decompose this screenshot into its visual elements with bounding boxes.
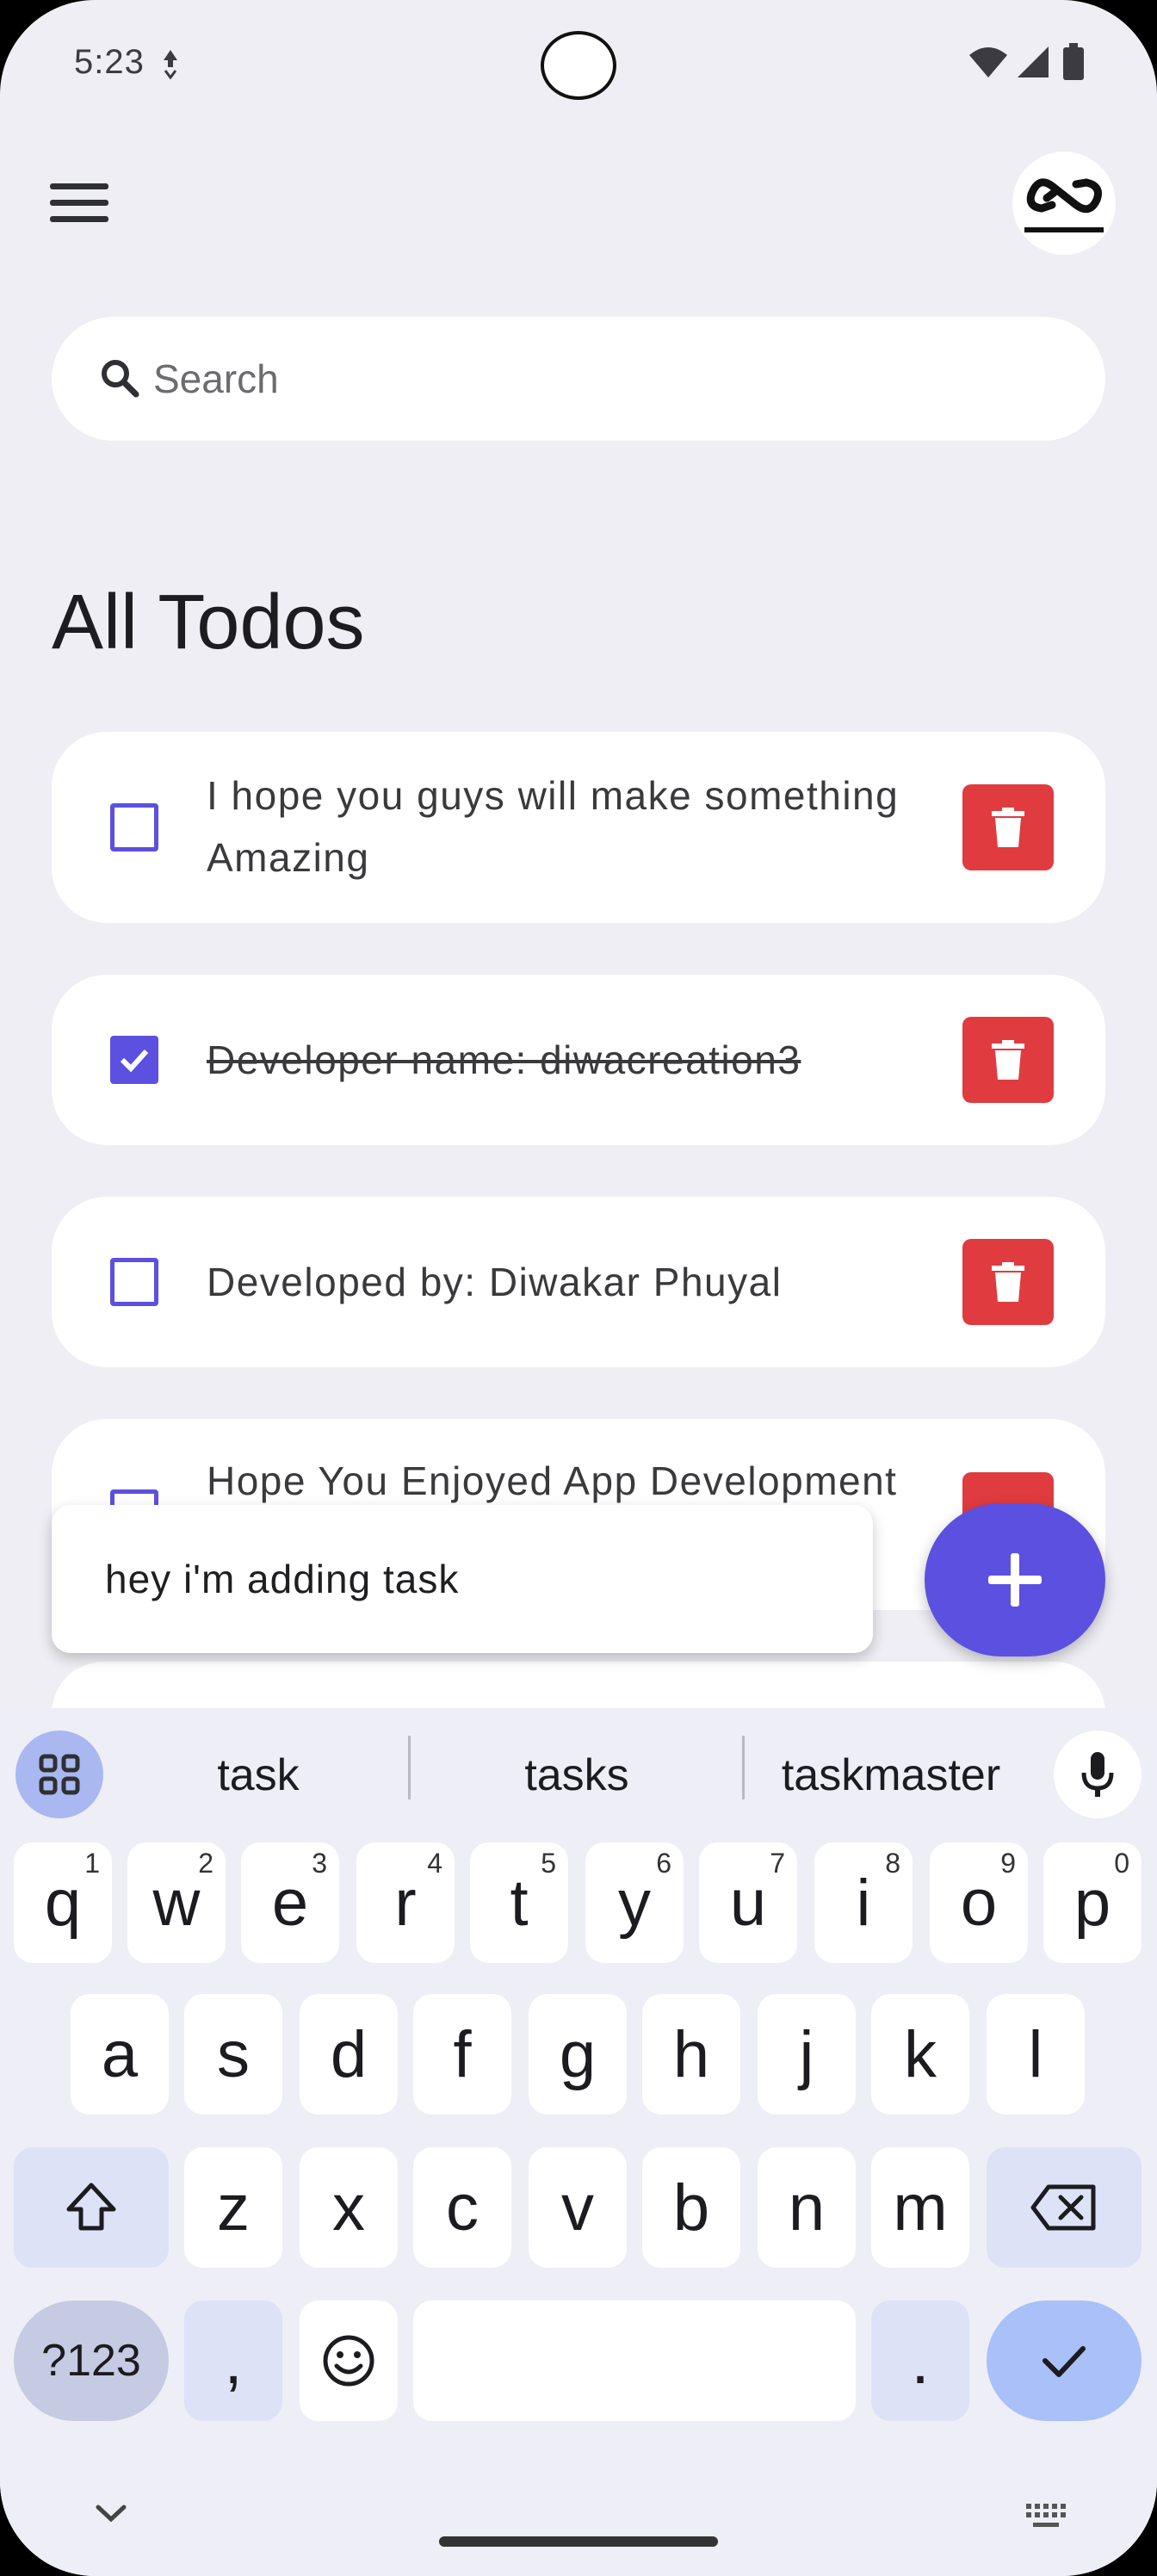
key-b[interactable]: b	[642, 2147, 740, 2268]
wifi-icon	[969, 47, 1007, 77]
chevron-down-icon[interactable]	[93, 2502, 129, 2524]
key-j[interactable]: j	[758, 1994, 856, 2115]
key-i[interactable]: i8	[814, 1842, 913, 1963]
battery-icon	[1063, 43, 1084, 80]
shift-icon	[66, 2183, 116, 2231]
key-u[interactable]: u7	[699, 1842, 797, 1963]
key-w[interactable]: w2	[127, 1842, 226, 1963]
todo-text: Developer name: diwacreation3	[207, 1037, 801, 1082]
suggestion-chip[interactable]: task	[129, 1732, 387, 1818]
todo-item[interactable]: Developed by: Diwakar Phuyal	[52, 1197, 1105, 1367]
comma-key[interactable]: ,	[184, 2300, 282, 2421]
todo-text: I hope you guys will make something Amaz…	[207, 773, 900, 880]
key-x[interactable]: x	[300, 2147, 398, 2268]
emoji-key[interactable]	[300, 2300, 398, 2421]
trash-icon	[992, 1262, 1024, 1302]
todo-item[interactable]: Developer name: diwacreation3	[52, 975, 1105, 1145]
menu-icon-bar	[50, 215, 108, 222]
space-key[interactable]	[413, 2300, 856, 2421]
suggestion-divider	[408, 1736, 411, 1799]
add-todo-field[interactable]	[52, 1505, 873, 1653]
key-a[interactable]: a	[71, 1994, 169, 2115]
voice-input-button[interactable]	[1054, 1731, 1142, 1818]
delete-button[interactable]	[962, 1017, 1054, 1103]
key-p[interactable]: p0	[1043, 1842, 1142, 1963]
period-key[interactable]: .	[871, 2300, 969, 2421]
key-g[interactable]: g	[529, 1994, 627, 2115]
todo-checkbox[interactable]	[110, 803, 158, 851]
status-time: 5:23	[74, 43, 145, 81]
emoji-icon	[323, 2335, 374, 2387]
keyboard-apps-button[interactable]	[15, 1731, 103, 1818]
key-d[interactable]: d	[300, 1994, 398, 2115]
add-todo-input[interactable]	[105, 1556, 845, 1602]
todo-text: Hope You Enjoyed App Development	[207, 1458, 898, 1503]
todo-checkbox[interactable]	[110, 1258, 158, 1306]
keyboard-switch-icon[interactable]	[1024, 2502, 1067, 2530]
suggestion-divider	[742, 1736, 745, 1799]
trash-icon	[992, 808, 1024, 847]
check-icon	[1043, 2346, 1086, 2377]
key-t[interactable]: t5	[470, 1842, 568, 1963]
on-screen-keyboard: task tasks taskmaster	[0, 1708, 1157, 2576]
delete-button[interactable]	[962, 784, 1054, 870]
key-f[interactable]: f	[413, 1994, 511, 2115]
search-bar[interactable]	[52, 317, 1105, 441]
todo-text: Developed by: Diwakar Phuyal	[207, 1260, 783, 1304]
check-icon	[120, 1049, 149, 1073]
search-input[interactable]	[153, 356, 928, 402]
page-title: All Todos	[52, 579, 365, 666]
key-m[interactable]: m	[871, 2147, 969, 2268]
camera-cutout	[541, 31, 616, 100]
menu-button[interactable]	[45, 172, 114, 232]
plus-icon	[988, 1553, 1042, 1607]
key-q[interactable]: q1	[14, 1842, 112, 1963]
todo-item[interactable]: I hope you guys will make something Amaz…	[52, 732, 1105, 923]
avatar[interactable]	[1012, 152, 1116, 255]
symbols-key[interactable]: ?123	[14, 2300, 169, 2421]
suggestion-chip[interactable]: taskmaster	[758, 1732, 1024, 1818]
key-s[interactable]: s	[184, 1994, 282, 2115]
backspace-key[interactable]	[987, 2147, 1142, 2268]
trash-icon	[992, 1040, 1024, 1080]
grid-icon	[39, 1754, 80, 1795]
backspace-icon	[1030, 2184, 1096, 2231]
menu-icon-bar	[50, 199, 108, 206]
add-todo-button[interactable]	[925, 1503, 1105, 1656]
done-key[interactable]	[987, 2300, 1142, 2421]
key-n[interactable]: n	[758, 2147, 856, 2268]
mic-icon	[1081, 1752, 1114, 1797]
key-z[interactable]: z	[184, 2147, 282, 2268]
menu-icon-bar	[50, 183, 108, 189]
delete-button[interactable]	[962, 1239, 1054, 1325]
signal-icon	[1018, 46, 1049, 77]
phone-screen: 5:23 All Todos	[0, 0, 1157, 2576]
data-saver-icon	[164, 50, 177, 79]
key-o[interactable]: o9	[930, 1842, 1028, 1963]
suggestion-chip[interactable]: tasks	[448, 1732, 706, 1818]
key-y[interactable]: y6	[585, 1842, 684, 1963]
logo-icon	[1024, 178, 1104, 232]
key-h[interactable]: h	[642, 1994, 740, 2115]
key-c[interactable]: c	[413, 2147, 511, 2268]
key-l[interactable]: l	[987, 1994, 1085, 2115]
shift-key[interactable]	[14, 2147, 169, 2268]
gesture-navigation-bar[interactable]	[439, 2536, 718, 2547]
key-k[interactable]: k	[871, 1994, 969, 2115]
todo-checkbox[interactable]	[110, 1036, 158, 1084]
key-r[interactable]: r4	[356, 1842, 455, 1963]
key-e[interactable]: e3	[241, 1842, 339, 1963]
search-icon	[102, 360, 139, 398]
key-v[interactable]: v	[529, 2147, 627, 2268]
